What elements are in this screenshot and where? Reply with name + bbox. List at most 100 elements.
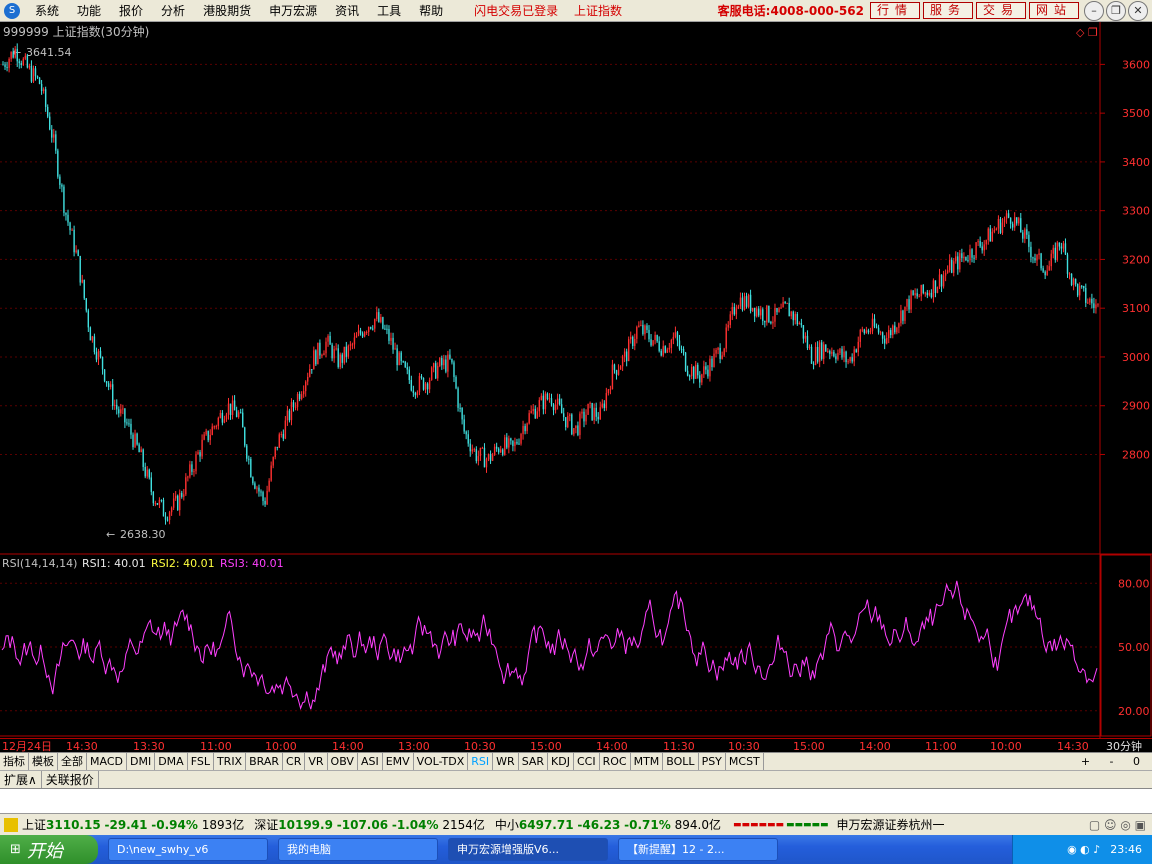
tab-fsl[interactable]: FSL	[188, 752, 214, 771]
minimize-icon[interactable]: –	[1084, 0, 1104, 21]
menu-item-4[interactable]: 港股期货	[194, 0, 260, 22]
menu-item-3[interactable]: 分析	[152, 0, 194, 22]
candle-body	[51, 129, 53, 138]
candle-body	[717, 347, 719, 350]
candle-body	[662, 346, 664, 356]
candle-body	[1038, 253, 1040, 255]
menu-button-3[interactable]: 网站	[1028, 2, 1079, 19]
chart-maximize-icon[interactable]: ❐	[1088, 26, 1098, 39]
taskbar-task-0[interactable]: D:\new_swhy_v6	[108, 838, 268, 861]
period-label[interactable]: 30分钟	[1106, 739, 1142, 753]
candle-body	[560, 404, 563, 414]
tab-rsi[interactable]: RSI	[468, 752, 494, 771]
candle-body	[695, 364, 697, 379]
candle-body	[567, 415, 569, 428]
candle-body	[10, 51, 12, 59]
tab-dmi[interactable]: DMI	[127, 752, 156, 771]
menu-item-8[interactable]: 帮助	[410, 0, 452, 22]
candle-body	[575, 425, 577, 429]
candle-body	[963, 256, 965, 259]
candle-body	[91, 336, 94, 341]
candle-body	[731, 306, 734, 315]
candle-body	[957, 256, 959, 270]
restore-icon[interactable]: ❐	[1106, 0, 1126, 21]
candle-body	[53, 134, 55, 138]
start-button[interactable]: ⊞ 开始	[0, 835, 98, 864]
tab-kdj[interactable]: KDJ	[548, 752, 574, 771]
ticker-tray-icons[interactable]: ▢ ☺ ◎ ▣	[1089, 818, 1146, 832]
candle-body	[776, 308, 778, 313]
tab-asi[interactable]: ASI	[358, 752, 383, 771]
menu-item-5[interactable]: 申万宏源	[260, 0, 326, 22]
tab-mcst[interactable]: MCST	[726, 752, 764, 771]
candle-body	[46, 106, 49, 117]
kline-chart[interactable]: 999999 上证指数(30分钟) ◇ ❐ ← 3641.54 ← 2638.3…	[0, 22, 1152, 738]
candle-body	[987, 228, 989, 241]
candle-body	[311, 369, 313, 371]
menu-item-1[interactable]: 功能	[68, 0, 110, 22]
candle-body	[959, 253, 961, 270]
menu-item-6[interactable]: 资讯	[326, 0, 368, 22]
taskbar-task-1[interactable]: 我的电脑	[278, 838, 438, 861]
tab-cci[interactable]: CCI	[574, 752, 600, 771]
subtab-1[interactable]: 关联报价	[42, 770, 99, 789]
tab-boll[interactable]: BOLL	[663, 752, 699, 771]
menu-item-7[interactable]: 工具	[368, 0, 410, 22]
candle-body	[451, 358, 453, 363]
candle-body	[715, 349, 717, 354]
rsi-gridlines	[0, 582, 1100, 712]
tab-vol-tdx[interactable]: VOL-TDX	[414, 752, 469, 771]
tab-全部[interactable]: 全部	[58, 752, 87, 771]
menu-button-2[interactable]: 交易	[975, 2, 1026, 19]
tab-obv[interactable]: OBV	[328, 752, 358, 771]
candle-body	[44, 89, 47, 107]
tab-vr[interactable]: VR	[305, 752, 328, 771]
candle-body	[140, 449, 142, 453]
taskbar-task-3[interactable]: 【新提醒】12 - 2...	[618, 838, 778, 861]
menu-button-0[interactable]: 行情	[869, 2, 920, 19]
candle-body	[863, 329, 866, 334]
menu-item-0[interactable]: 系统	[26, 0, 68, 22]
candle-body	[367, 327, 370, 332]
candle-body	[611, 364, 614, 390]
candle-body	[258, 487, 260, 492]
candle-body	[1066, 254, 1069, 274]
menu-button-1[interactable]: 服务	[922, 2, 973, 19]
candle-body	[363, 332, 366, 337]
tray-icons[interactable]: ◉ ◐ ♪	[1067, 843, 1100, 856]
tab-brar[interactable]: BRAR	[246, 752, 284, 771]
chart-area[interactable]: 999999 上证指数(30分钟) ◇ ❐ ← 3641.54 ← 2638.3…	[0, 22, 1152, 738]
candle-body	[24, 55, 27, 59]
tab-mtm[interactable]: MTM	[631, 752, 664, 771]
candle-body	[455, 376, 457, 389]
candle-body	[1072, 278, 1075, 286]
rsi-line	[1, 580, 1098, 711]
candle-body	[449, 354, 451, 359]
tab-wr[interactable]: WR	[493, 752, 519, 771]
tab-cr[interactable]: CR	[283, 752, 306, 771]
tab-模板[interactable]: 模板	[29, 752, 58, 771]
tab-emv[interactable]: EMV	[383, 752, 414, 771]
candle-body	[953, 261, 955, 273]
tab-macd[interactable]: MACD	[87, 752, 127, 771]
taskbar-task-2[interactable]: 申万宏源增强版V6...	[448, 838, 608, 861]
login-status-text: 闪电交易已登录	[474, 4, 559, 18]
menu-item-2[interactable]: 报价	[110, 0, 152, 22]
candle-body	[14, 48, 16, 58]
tab-trix[interactable]: TRIX	[214, 752, 247, 771]
candle-body	[445, 359, 447, 372]
candle-body	[965, 256, 967, 261]
candle-body	[656, 335, 658, 342]
chart-option-icon[interactable]: ◇	[1076, 26, 1085, 39]
tab-roc[interactable]: ROC	[600, 752, 631, 771]
tab-sar[interactable]: SAR	[519, 752, 549, 771]
candle-body	[932, 280, 935, 298]
tab-dma[interactable]: DMA	[155, 752, 188, 771]
subtab-0[interactable]: 扩展∧	[0, 770, 42, 789]
close-icon[interactable]: ✕	[1128, 0, 1148, 21]
tab-指标[interactable]: 指标	[0, 752, 29, 771]
candle-body	[1068, 273, 1071, 275]
tab-psy[interactable]: PSY	[699, 752, 726, 771]
tab-controls[interactable]: + - 0	[1081, 755, 1148, 768]
candle-body	[229, 403, 232, 415]
